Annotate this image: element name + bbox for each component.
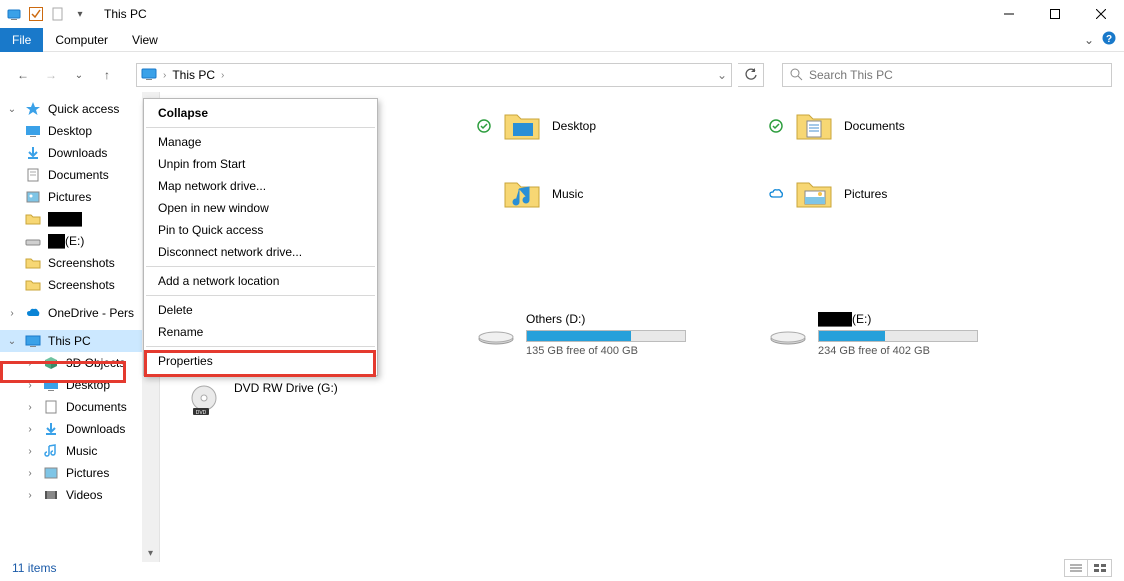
pc-icon: [24, 332, 42, 350]
view-large-icons-button[interactable]: [1088, 559, 1112, 577]
address-dropdown-icon[interactable]: ⌄: [717, 68, 727, 82]
close-button[interactable]: [1078, 0, 1124, 28]
music-icon: [42, 442, 60, 460]
documents-icon: [24, 166, 42, 184]
cm-unpin-start[interactable]: Unpin from Start: [144, 153, 377, 175]
search-icon: [789, 67, 803, 84]
cm-open-new-window[interactable]: Open in new window: [144, 197, 377, 219]
pictures-icon: [24, 188, 42, 206]
address-segment[interactable]: This PC: [172, 68, 215, 82]
tree-3d-objects[interactable]: ›3D Objects: [0, 352, 159, 374]
tree-pictures[interactable]: Pictures: [0, 186, 159, 208]
qat-dropdown-icon[interactable]: ▾: [70, 4, 90, 24]
tree-documents[interactable]: Documents: [0, 164, 159, 186]
window-title: This PC: [104, 7, 147, 21]
folder-icon: [794, 106, 834, 146]
dvd-icon: DVD: [184, 381, 224, 421]
cm-add-network-location[interactable]: Add a network location: [144, 270, 377, 292]
folder-icon: [502, 174, 542, 214]
downloads-icon: [42, 420, 60, 438]
drive-icon: [24, 232, 42, 250]
drive-e[interactable]: ████(E:) 234 GB free of 402 GB: [768, 312, 1048, 357]
folder-documents[interactable]: Documents: [768, 104, 1048, 148]
cube-icon: [42, 354, 60, 372]
videos-icon: [42, 486, 60, 504]
blank-document-icon[interactable]: [48, 4, 68, 24]
ribbon-collapse-icon[interactable]: ⌄: [1084, 33, 1094, 47]
help-icon[interactable]: ?: [1102, 31, 1116, 48]
refresh-button[interactable]: [738, 63, 764, 87]
tree-music[interactable]: ›Music: [0, 440, 159, 462]
cm-rename[interactable]: Rename: [144, 321, 377, 343]
drive-d[interactable]: Others (D:) 135 GB free of 400 GB: [476, 312, 756, 357]
star-icon: [24, 100, 42, 118]
back-button[interactable]: ←: [12, 64, 34, 86]
tab-computer[interactable]: Computer: [43, 28, 120, 52]
tree-redacted-folder[interactable]: ████: [0, 208, 159, 230]
pc-icon: [141, 66, 157, 85]
downloads-icon: [24, 144, 42, 162]
tree-drive-e-shortcut[interactable]: ██(E:): [0, 230, 159, 252]
drive-icon: [768, 312, 808, 352]
cm-pin-quick-access[interactable]: Pin to Quick access: [144, 219, 377, 241]
tree-quick-access[interactable]: ⌄Quick access: [0, 98, 159, 120]
drive-icon: [476, 312, 516, 352]
cm-delete[interactable]: Delete: [144, 299, 377, 321]
cloud-icon: [24, 304, 42, 322]
maximize-button[interactable]: [1032, 0, 1078, 28]
recent-locations-dropdown[interactable]: ⌄: [68, 64, 90, 86]
cm-manage[interactable]: Manage: [144, 131, 377, 153]
tree-onedrive[interactable]: ›OneDrive - Pers: [0, 302, 159, 324]
pictures-icon: [42, 464, 60, 482]
search-placeholder: Search This PC: [809, 68, 893, 82]
tree-screenshots-2[interactable]: Screenshots: [0, 274, 159, 296]
search-input[interactable]: Search This PC: [782, 63, 1112, 87]
svg-text:?: ?: [1106, 34, 1112, 45]
folder-pictures[interactable]: Pictures: [768, 172, 1048, 216]
forward-button[interactable]: →: [40, 64, 62, 86]
folder-icon: [24, 276, 42, 294]
checkbox-icon[interactable]: [26, 4, 46, 24]
folder-desktop[interactable]: Desktop: [476, 104, 756, 148]
folder-icon: [24, 210, 42, 228]
minimize-button[interactable]: [986, 0, 1032, 28]
svg-text:DVD: DVD: [196, 410, 207, 416]
tree-documents-2[interactable]: ›Documents: [0, 396, 159, 418]
up-button[interactable]: ↑: [96, 64, 118, 86]
sync-ok-icon: [476, 119, 492, 133]
navigation-tree[interactable]: ⌄Quick access Desktop Downloads Document…: [0, 92, 160, 562]
status-item-count: 11 items: [12, 561, 56, 575]
app-icon: [4, 4, 24, 24]
sync-ok-icon: [768, 119, 784, 133]
tree-desktop-2[interactable]: ›Desktop: [0, 374, 159, 396]
tree-screenshots-1[interactable]: Screenshots: [0, 252, 159, 274]
tree-downloads[interactable]: Downloads: [0, 142, 159, 164]
cloud-only-icon: [768, 187, 784, 201]
documents-icon: [42, 398, 60, 416]
folder-icon: [24, 254, 42, 272]
desktop-icon: [24, 122, 42, 140]
cm-disconnect-drive[interactable]: Disconnect network drive...: [144, 241, 377, 263]
folder-music[interactable]: Music: [476, 172, 756, 216]
cm-map-drive[interactable]: Map network drive...: [144, 175, 377, 197]
tab-view[interactable]: View: [120, 28, 170, 52]
tree-this-pc[interactable]: ⌄This PC: [0, 330, 159, 352]
view-details-button[interactable]: [1064, 559, 1088, 577]
tree-videos[interactable]: ›Videos: [0, 484, 159, 506]
cm-collapse[interactable]: Collapse: [144, 102, 377, 124]
desktop-icon: [42, 376, 60, 394]
tree-downloads-2[interactable]: ›Downloads: [0, 418, 159, 440]
folder-icon: [794, 174, 834, 214]
tree-desktop[interactable]: Desktop: [0, 120, 159, 142]
cm-properties[interactable]: Properties: [144, 350, 377, 372]
tree-pictures-2[interactable]: ›Pictures: [0, 462, 159, 484]
tab-file[interactable]: File: [0, 28, 43, 52]
address-bar[interactable]: › This PC › ⌄: [136, 63, 732, 87]
context-menu: Collapse Manage Unpin from Start Map net…: [143, 98, 378, 376]
drive-g-dvd[interactable]: DVD DVD RW Drive (G:): [184, 381, 464, 421]
folder-icon: [502, 106, 542, 146]
